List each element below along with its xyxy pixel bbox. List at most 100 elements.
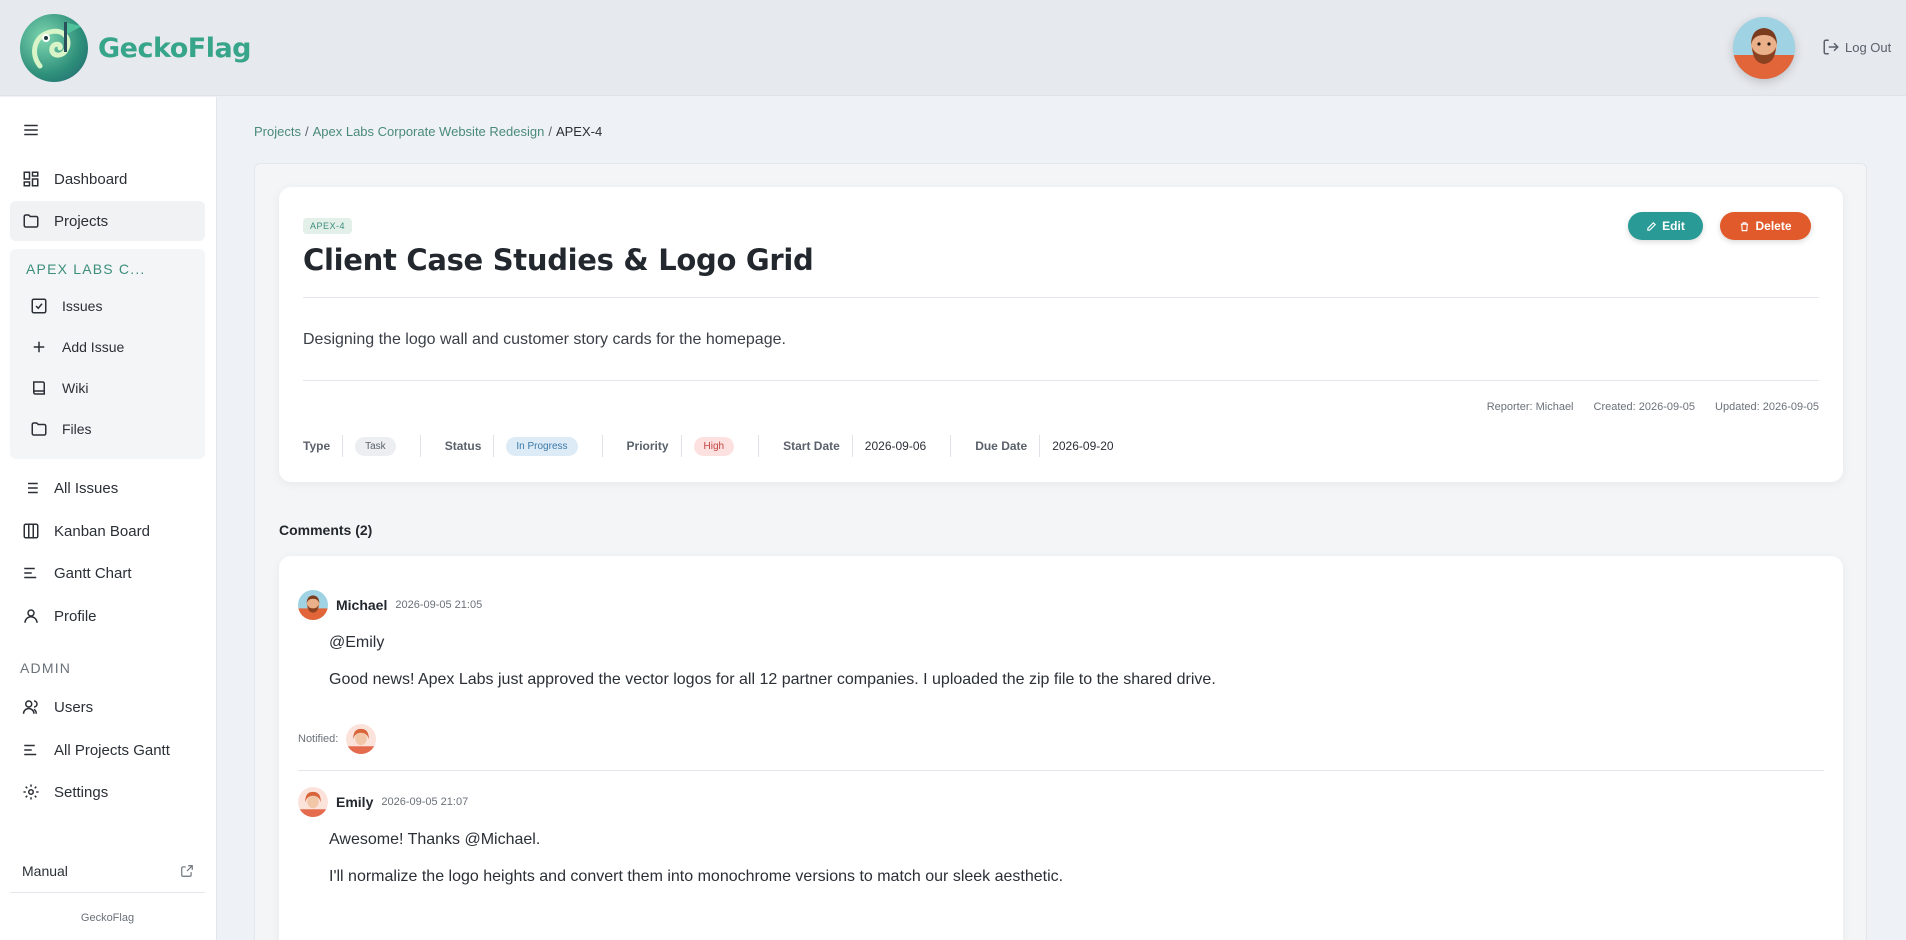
folder-icon	[23, 214, 39, 228]
sidebar-item-label: Projects	[54, 212, 109, 230]
issue-meta: Reporter: Michael Created: 2026-09-05 Up…	[1487, 401, 1819, 413]
project-group-title[interactable]: APEX LABS C...	[26, 261, 146, 277]
sidebar-item-profile[interactable]: Profile	[10, 596, 205, 636]
sidebar-item-settings[interactable]: Settings	[10, 772, 205, 812]
sidebar-item-label: Files	[62, 421, 92, 437]
sidebar-item-all-issues[interactable]: All Issues	[10, 468, 205, 508]
user-avatar[interactable]	[1733, 17, 1795, 79]
comments-list: Michael 2026-09-05 21:05 @Emily Good new…	[279, 556, 1843, 940]
breadcrumb-current: APEX-4	[555, 124, 603, 139]
due-date-value: 2026-09-20	[1052, 439, 1114, 453]
sidebar-item-files[interactable]: Files	[30, 411, 92, 447]
delete-button[interactable]: Delete	[1720, 212, 1811, 240]
admin-section-label: ADMIN	[20, 660, 72, 676]
sidebar-item-dashboard[interactable]: Dashboard	[10, 159, 205, 199]
sidebar-divider	[10, 892, 205, 893]
comment-text: Good news! Apex Labs just approved the v…	[329, 671, 1216, 688]
sidebar-item-label: Add Issue	[62, 339, 125, 355]
user-icon	[24, 609, 38, 623]
kanban-icon	[23, 523, 39, 539]
sidebar: Dashboard Projects APEX LABS C... Issues…	[0, 97, 217, 940]
users-icon	[22, 700, 38, 714]
sidebar-footer: GeckoFlag	[80, 912, 135, 924]
type-label: Type	[303, 439, 331, 453]
sidebar-item-kanban[interactable]: Kanban Board	[10, 511, 205, 551]
sidebar-item-label: Dashboard	[54, 170, 128, 188]
issue-description: Designing the logo wall and customer sto…	[303, 331, 786, 348]
manual-link[interactable]: Manual	[22, 863, 194, 879]
issue-card: APEX-4 Client Case Studies & Logo Grid E…	[279, 187, 1843, 482]
sidebar-item-label: Profile	[54, 607, 97, 625]
sidebar-item-projects[interactable]: Projects	[10, 201, 205, 241]
updated-date: Updated: 2026-09-05	[1715, 401, 1819, 413]
logout-button[interactable]: Log Out	[1822, 38, 1891, 56]
trash-icon	[1741, 221, 1749, 231]
comment-author: Emily	[336, 794, 374, 810]
logout-label: Log Out	[1845, 39, 1892, 55]
breadcrumb: Projects / Apex Labs Corporate Website Red…	[254, 124, 603, 139]
breadcrumb-projects[interactable]: Projects	[254, 124, 301, 139]
issue-title: Client Case Studies & Logo Grid	[303, 243, 814, 277]
logout-icon	[1823, 39, 1839, 55]
comment-text: Awesome! Thanks @Michael.	[329, 831, 541, 848]
issue-key-badge: APEX-4	[303, 218, 353, 234]
comment-text: I'll normalize the logo heights and conv…	[329, 868, 1064, 885]
avatar	[298, 787, 328, 817]
sidebar-item-label: All Issues	[54, 479, 119, 497]
manual-label: Manual	[22, 863, 68, 879]
breadcrumb-project[interactable]: Apex Labs Corporate Website Redesign	[313, 124, 545, 139]
notified-label: Notified:	[298, 733, 339, 745]
due-date-label: Due Date	[975, 439, 1028, 453]
comment-header: Michael 2026-09-05 21:05	[298, 590, 482, 620]
sidebar-item-issues[interactable]: Issues	[30, 288, 102, 324]
divider	[303, 297, 1819, 298]
comments-title: Comments (2)	[279, 522, 373, 538]
sidebar-item-add-issue[interactable]: Add Issue	[30, 329, 124, 365]
gecko-logo-icon	[20, 14, 88, 82]
folder-icon	[31, 422, 47, 436]
edit-button[interactable]: Edit	[1628, 212, 1703, 240]
reporter: Reporter: Michael	[1486, 401, 1574, 413]
priority-badge: High	[693, 436, 735, 456]
avatar	[346, 724, 377, 754]
comment-author: Michael	[336, 597, 388, 613]
list-icon	[24, 482, 38, 494]
status-badge: In Progress	[506, 436, 578, 456]
gantt-icon	[24, 567, 37, 579]
notified-users: Notified:	[298, 724, 377, 754]
sidebar-item-label: Wiki	[62, 380, 89, 396]
external-link-icon	[181, 865, 193, 877]
comment-time: 2026-09-05 21:07	[381, 796, 469, 808]
brand[interactable]: GeckoFlag	[20, 14, 252, 82]
sidebar-item-users[interactable]: Users	[10, 687, 205, 727]
start-date-label: Start Date	[783, 439, 840, 453]
sidebar-item-label: Issues	[62, 298, 103, 314]
comment-header: Emily 2026-09-05 21:07	[298, 787, 468, 817]
avatar	[298, 590, 328, 620]
menu-toggle-icon[interactable]	[22, 121, 40, 144]
plus-icon	[33, 341, 45, 353]
sidebar-item-label: Kanban Board	[54, 522, 150, 540]
book-icon	[33, 381, 45, 395]
sidebar-item-gantt[interactable]: Gantt Chart	[10, 553, 205, 593]
comment-time: 2026-09-05 21:05	[395, 599, 483, 611]
start-date-value: 2026-09-06	[864, 439, 927, 453]
sidebar-item-label: Settings	[54, 783, 109, 801]
edit-icon	[1647, 221, 1657, 231]
divider	[303, 380, 1819, 381]
priority-label: Priority	[626, 439, 669, 453]
dashboard-icon	[23, 171, 39, 187]
gantt-icon	[24, 744, 37, 756]
gear-icon	[23, 784, 39, 800]
checkbox-icon	[31, 298, 47, 314]
comment-text: @Emily	[329, 634, 385, 651]
status-label: Status	[444, 439, 482, 453]
created-date: Created: 2026-09-05	[1593, 401, 1696, 413]
sidebar-item-label: Users	[54, 698, 94, 716]
sidebar-item-label: All Projects Gantt	[54, 741, 170, 759]
sidebar-item-wiki[interactable]: Wiki	[30, 370, 88, 406]
comment-divider	[298, 770, 1824, 771]
sidebar-item-all-projects-gantt[interactable]: All Projects Gantt	[10, 730, 205, 770]
brand-name: GeckoFlag	[98, 32, 252, 64]
edit-label: Edit	[1662, 219, 1685, 233]
